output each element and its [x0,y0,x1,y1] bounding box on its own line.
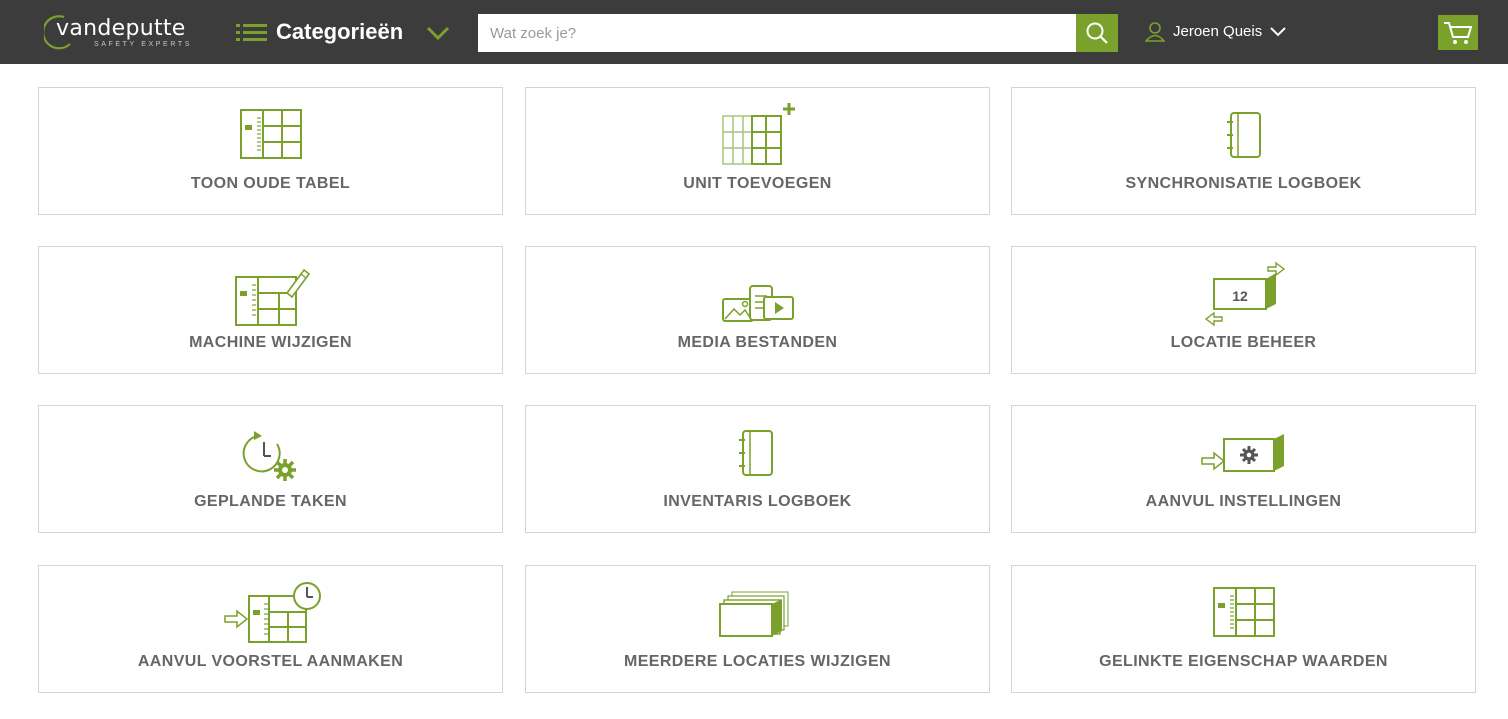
top-navigation-bar: vandeputte SAFETY EXPERTS Categorieën Je… [0,0,1508,64]
chevron-down-icon [1270,27,1286,37]
logbook-icon [1227,112,1261,158]
table-icon [240,109,302,159]
tile-aanvul-voorstel-aanmaken[interactable]: AANVUL VOORSTEL AANMAKEN [38,565,503,693]
tile-machine-wijzigen[interactable]: MACHINE WIJZIGEN [38,246,503,374]
edit-machine-icon [235,268,311,326]
search-input[interactable] [478,14,1076,52]
location-number: 12 [1232,288,1248,304]
location-icon: 12 [1204,261,1286,327]
cart-button[interactable] [1438,15,1478,50]
user-name: Jeroen Queis [1173,23,1263,40]
tile-locatie-beheer[interactable]: 12 LOCATIE BEHEER [1011,246,1476,374]
linked-property-icon [1213,587,1275,637]
tile-label: TOON OUDE TABEL [190,175,351,192]
tile-media-bestanden[interactable]: MEDIA BESTANDEN [525,246,990,374]
list-menu-icon [236,24,267,41]
chevron-down-icon [426,26,450,40]
user-icon [1145,22,1165,42]
tile-label: GEPLANDE TAKEN [194,493,347,510]
tile-label: MEDIA BESTANDEN [677,334,838,351]
tile-label: MACHINE WIJZIGEN [189,334,352,351]
tile-geplande-taken[interactable]: GEPLANDE TAKEN [38,405,503,533]
multiple-locations-icon [719,591,789,637]
tile-label: GELINKTE EIGENSCHAP WAARDEN [1099,653,1388,670]
tile-label: AANVUL INSTELLINGEN [1145,493,1342,510]
tile-toon-oude-tabel[interactable]: TOON OUDE TABEL [38,87,503,215]
logo-text: vandeputte [56,16,186,41]
refill-proposal-icon [224,582,321,643]
tile-gelinkte-eigenschap-waarden[interactable]: GELINKTE EIGENSCHAP WAARDEN [1011,565,1476,693]
inventory-logbook-icon [739,430,773,476]
tile-meerdere-locaties-wijzigen[interactable]: MEERDERE LOCATIES WIJZIGEN [525,565,990,693]
tile-label: AANVUL VOORSTEL AANMAKEN [137,653,404,670]
add-unit-icon [722,103,795,165]
tile-synchronisatie-logboek[interactable]: SYNCHRONISATIE LOGBOEK [1011,87,1476,215]
media-icon [722,285,794,322]
tile-label: SYNCHRONISATIE LOGBOEK [1125,175,1362,192]
tile-unit-toevoegen[interactable]: UNIT TOEVOEGEN [525,87,990,215]
scheduled-tasks-icon [242,431,296,481]
shopping-cart-icon [1444,22,1473,44]
tile-inventaris-logboek[interactable]: INVENTARIS LOGBOEK [525,405,990,533]
tile-aanvul-instellingen[interactable]: AANVUL INSTELLINGEN [1011,405,1476,533]
refill-settings-icon [1201,434,1284,472]
tile-label: UNIT TOEVOEGEN [683,175,832,192]
tile-label: MEERDERE LOCATIES WIJZIGEN [623,653,891,670]
search-bar [478,14,1118,52]
tile-label: LOCATIE BEHEER [1170,334,1317,351]
categories-label: Categorieën [276,19,404,44]
logo-subtitle: SAFETY EXPERTS [94,41,192,48]
search-icon [1086,22,1108,44]
tile-label: INVENTARIS LOGBOEK [663,493,852,510]
vandeputte-logo[interactable]: vandeputte SAFETY EXPERTS [44,14,214,54]
search-button[interactable] [1076,14,1118,52]
